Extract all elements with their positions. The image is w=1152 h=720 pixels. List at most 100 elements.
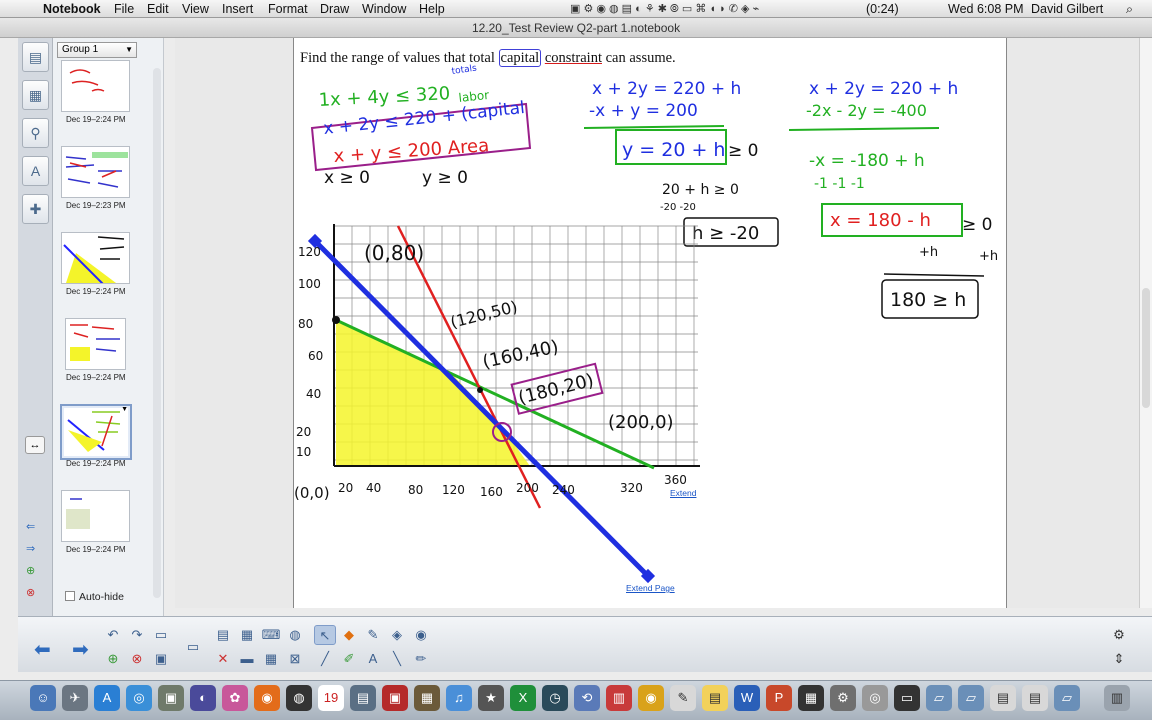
page-thumbnail[interactable] — [61, 490, 130, 542]
checkbox[interactable] — [65, 591, 75, 601]
capture-icon[interactable]: ▦ — [236, 625, 258, 645]
calendar-icon[interactable]: 19 — [318, 685, 344, 711]
sorter-scrollbar[interactable] — [153, 68, 161, 598]
preview-icon[interactable]: ▤ — [350, 685, 376, 711]
undo-icon[interactable]: ↶ — [102, 625, 124, 645]
scrollbar-thumb[interactable] — [1142, 288, 1150, 408]
back-arrow-icon[interactable]: ⬅ — [34, 637, 51, 662]
properties-tab-icon[interactable]: A — [22, 156, 49, 186]
sync-icon[interactable]: ⟲ — [574, 685, 600, 711]
menu-help[interactable]: Help — [419, 2, 445, 16]
eraser-tool-icon[interactable]: ◈ — [386, 625, 408, 645]
extend-page-link[interactable]: Extend Page — [626, 583, 675, 593]
add-page-icon[interactable]: ⊕ — [102, 649, 124, 669]
open-folder-icon[interactable]: ▭ — [150, 625, 172, 645]
documents-folder-icon[interactable]: ▱ — [958, 685, 984, 711]
printer-icon[interactable]: ▭ — [894, 685, 920, 711]
forward-arrow-icon[interactable]: ➡ — [72, 637, 89, 662]
pen-tool-icon[interactable]: ✎ — [362, 625, 384, 645]
table-icon[interactable]: ▦ — [260, 649, 282, 669]
iphoto-icon[interactable]: ▦ — [414, 685, 440, 711]
photo-booth-icon[interactable]: ▣ — [382, 685, 408, 711]
menu-draw[interactable]: Draw — [320, 2, 349, 16]
page-thumbnail[interactable] — [61, 60, 130, 112]
gear-icon[interactable]: ⚙ — [1108, 625, 1130, 645]
spotlight-icon[interactable]: ⌕ — [1126, 2, 1133, 17]
menu-view[interactable]: View — [182, 2, 209, 16]
page-thumbnail[interactable] — [61, 146, 130, 198]
textedit-icon[interactable]: ✎ — [670, 685, 696, 711]
itunes-icon[interactable]: ♫ — [446, 685, 472, 711]
imovie-icon[interactable]: ★ — [478, 685, 504, 711]
launchpad-icon[interactable]: ✈ — [62, 685, 88, 711]
user-menu[interactable]: David Gilbert — [1031, 2, 1103, 16]
downloads-folder-icon[interactable]: ▱ — [1054, 685, 1080, 711]
finder-icon[interactable]: ☺ — [30, 685, 56, 711]
paste-icon[interactable]: ▤ — [212, 625, 234, 645]
canvas-scrollbar[interactable] — [1139, 38, 1152, 608]
addons-tab-icon[interactable]: ✚ — [22, 194, 49, 224]
line-tool-icon[interactable]: ╲ — [386, 649, 408, 669]
select-tool-icon[interactable]: ↖ — [314, 625, 336, 645]
menu-insert[interactable]: Insert — [222, 2, 253, 16]
attachments-tab-icon[interactable]: ⚲ — [22, 118, 49, 148]
text-tool-icon[interactable]: A — [362, 649, 384, 669]
dvd-player-icon[interactable]: ◎ — [862, 685, 888, 711]
menu-format[interactable]: Format — [268, 2, 308, 16]
add-page-icon[interactable]: ⊕ — [26, 564, 35, 577]
notebook-page[interactable]: Find the range of values that total capi… — [293, 38, 1007, 608]
system-preferences-icon[interactable]: ⚙ — [830, 685, 856, 711]
page-sorter-tab-icon[interactable]: ▤ — [22, 42, 49, 72]
clapper-icon[interactable]: ▦ — [798, 685, 824, 711]
dashboard-icon[interactable]: ◐ — [190, 685, 216, 711]
menu-window[interactable]: Window — [362, 2, 406, 16]
delete-page-icon[interactable]: ⊗ — [126, 649, 148, 669]
menu-edit[interactable]: Edit — [147, 2, 169, 16]
screen-shade-icon[interactable]: ▭ — [182, 637, 204, 657]
excel-icon[interactable]: X — [510, 685, 536, 711]
app-store-icon[interactable]: A — [94, 685, 120, 711]
time-machine-icon[interactable]: ◷ — [542, 685, 568, 711]
document-camera-icon[interactable]: ▬ — [236, 649, 258, 669]
toolbar-position-icon[interactable]: ⇕ — [1108, 649, 1130, 669]
page-thumbnail[interactable] — [65, 318, 126, 370]
battery-indicator[interactable]: (0:24) — [866, 2, 899, 16]
clock[interactable]: Wed 6:08 PM — [948, 2, 1024, 16]
chrome-icon[interactable]: ◉ — [638, 685, 664, 711]
previous-page-icon[interactable]: ⇐ — [26, 520, 35, 533]
save-icon[interactable]: ▣ — [150, 649, 172, 669]
full-screen-icon[interactable]: ⊠ — [284, 649, 306, 669]
screen-recorder-icon[interactable]: ◍ — [286, 685, 312, 711]
app-menu[interactable]: Notebook — [43, 2, 101, 16]
fill-tool-icon[interactable]: ◉ — [410, 625, 432, 645]
page-thumbnail[interactable] — [61, 232, 130, 284]
trash-icon[interactable]: ▥ — [1104, 685, 1130, 711]
delete-page-icon[interactable]: ⊗ — [26, 586, 35, 599]
magic-pen-icon[interactable]: ✏ — [410, 649, 432, 669]
menu-file[interactable]: File — [114, 2, 134, 16]
stickies-icon[interactable]: ▤ — [702, 685, 728, 711]
word-icon[interactable]: W — [734, 685, 760, 711]
creative-pen-icon[interactable]: ✐ — [338, 649, 360, 669]
applications-folder-icon[interactable]: ▱ — [926, 685, 952, 711]
extend-link[interactable]: Extend — [670, 488, 696, 498]
auto-hide-checkbox[interactable]: Auto-hide — [65, 591, 124, 603]
gallery-tab-icon[interactable]: ▦ — [22, 80, 49, 110]
ink-aware-icon[interactable]: ◍ — [284, 625, 306, 645]
color-picker-icon[interactable]: ✿ — [222, 685, 248, 711]
notebook-icon[interactable]: ▣ — [158, 685, 184, 711]
redo-icon[interactable]: ↷ — [126, 625, 148, 645]
thumbnail-menu-icon[interactable]: ▼ — [121, 406, 128, 413]
status-icons[interactable]: ▣ ⚙ ◉ ◍ ▤ ◐ ⚘ ✱ ⦾ ▭ ⌘ ◖ ◗ ✆ ◈ ⌁ — [570, 2, 759, 16]
safari-icon[interactable]: ◎ — [126, 685, 152, 711]
shapes-tool-icon[interactable]: ◆ — [338, 625, 360, 645]
highlighter-tool-icon[interactable]: ╱ — [314, 649, 336, 669]
firefox-icon[interactable]: ◉ — [254, 685, 280, 711]
group-select[interactable]: Group 1 ▼ — [57, 42, 137, 58]
keyboard-icon[interactable]: ⌨ — [260, 625, 282, 645]
stack-icon[interactable]: ▤ — [1022, 685, 1048, 711]
powerpoint-icon[interactable]: P — [766, 685, 792, 711]
parallels-icon[interactable]: ▥ — [606, 685, 632, 711]
delete-icon[interactable]: ✕ — [212, 649, 234, 669]
page-thumbnail-selected[interactable]: ▼ — [60, 404, 132, 460]
